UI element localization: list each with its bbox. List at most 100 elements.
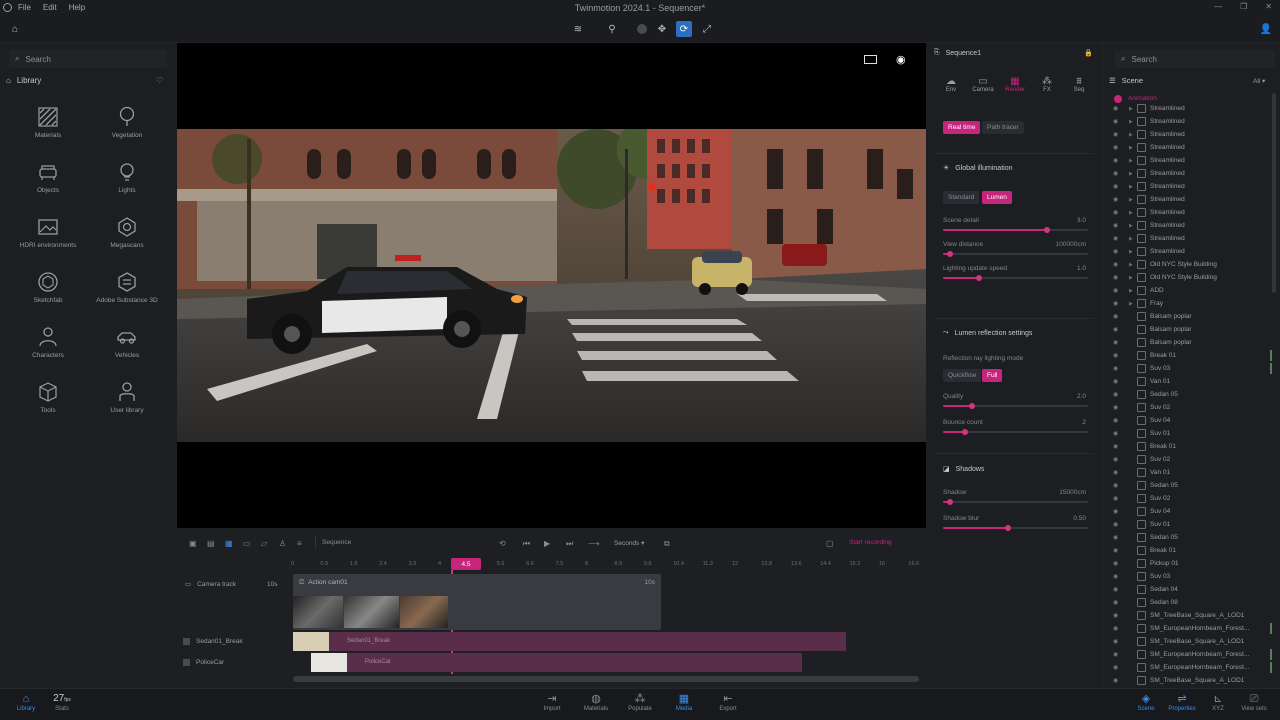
visibility-icon[interactable]: ◉ [1113, 495, 1123, 502]
gi-standard-button[interactable]: Standard [943, 191, 980, 204]
tab-render[interactable]: ▦ Render [1000, 76, 1030, 93]
expand-arrow-icon[interactable]: ▶ [1129, 210, 1137, 216]
visibility-icon[interactable]: ◉ [1113, 157, 1123, 164]
scene-row[interactable]: ◉ SM_EuropeanHornbeam_Forest... [1103, 622, 1279, 635]
slider-value[interactable]: 3.0 [1036, 217, 1086, 224]
scene-row[interactable]: ◉ Sedan 05 [1103, 479, 1279, 492]
stats-tab[interactable]: 27fps Stats [42, 692, 82, 712]
visibility-icon[interactable]: ◉ [1113, 664, 1123, 671]
scene-row[interactable]: ◉ SM_EuropeanHornbeam_Forest... [1103, 661, 1279, 674]
rotate-icon[interactable]: ⟳ [676, 21, 692, 37]
heart-icon[interactable]: ♡ [156, 76, 163, 85]
scene-row[interactable]: ◉ ▶ Streamlined [1103, 167, 1279, 180]
library-item-megascans[interactable]: Megascans [87, 216, 167, 249]
slider-track[interactable] [943, 403, 1088, 409]
expand-arrow-icon[interactable]: ▶ [1129, 119, 1137, 125]
visibility-icon[interactable]: ◉ [1113, 417, 1123, 424]
track-policecar-header[interactable]: PoliceCar [183, 659, 224, 666]
visibility-icon[interactable]: ◉ [1113, 261, 1123, 268]
visibility-icon[interactable]: ◉ [1113, 326, 1123, 333]
slider-value[interactable]: 1.0 [1036, 265, 1086, 272]
track-sedan-header[interactable]: Sedan01_Break [183, 638, 243, 645]
scene-row[interactable]: ◉ Suv 04 [1103, 414, 1279, 427]
visibility-icon[interactable]: ◉ [1113, 599, 1123, 606]
timeline-scrollbar[interactable] [293, 676, 919, 682]
visibility-icon[interactable]: ◉ [1113, 586, 1123, 593]
visibility-icon[interactable]: ◉ [1113, 404, 1123, 411]
reflection-full-button[interactable]: Full [982, 369, 1003, 382]
scene-row[interactable]: ◉ Balsam poplar [1103, 310, 1279, 323]
properties-tab[interactable]: ⇌ Properties [1162, 692, 1202, 712]
sedan-clip[interactable]: Sedan01_Break [293, 632, 846, 651]
track-checkbox[interactable] [183, 638, 190, 645]
visibility-icon[interactable]: ◉ [1113, 638, 1123, 645]
scene-row[interactable]: ◉ Balsam poplar [1103, 336, 1279, 349]
tab-env[interactable]: ☁ Env [936, 76, 966, 93]
visibility-icon[interactable]: ◉ [1113, 573, 1123, 580]
scene-row[interactable]: ◉ Suv 02 [1103, 401, 1279, 414]
media-tab[interactable]: ▦ Media [664, 692, 704, 712]
visibility-icon[interactable]: ◉ [1113, 508, 1123, 515]
scene-row[interactable]: ◉ ▶ ADD [1103, 284, 1279, 297]
slider-track[interactable] [943, 251, 1088, 257]
visibility-icon[interactable]: ◉ [1113, 365, 1123, 372]
expand-arrow-icon[interactable]: ▶ [1129, 236, 1137, 242]
visibility-icon[interactable]: ◉ [1113, 118, 1123, 125]
scene-row[interactable]: ◉ Sedan 05 [1103, 531, 1279, 544]
visibility-icon[interactable]: ◉ [1113, 378, 1123, 385]
scene-row[interactable]: ◉ Break 01 [1103, 544, 1279, 557]
scene-search-input[interactable]: ⌕ Search [1115, 50, 1275, 68]
playhead-label[interactable]: 4.5 [451, 558, 481, 570]
slider-track[interactable] [943, 275, 1088, 281]
visibility-icon[interactable]: ◉ [1113, 469, 1123, 476]
library-item-vegetation[interactable]: Vegetation [87, 106, 167, 139]
library-item-lights[interactable]: Lights [87, 161, 167, 194]
timeline-ruler[interactable]: 0 0.9 1.8 2.4 3.3 4 4.5 5.6 6.6 7.5 8 8.9 9.6 10.4 11.… [177, 528, 926, 573]
scene-row[interactable]: ◉ ▶ Streamlined [1103, 128, 1279, 141]
reflection-section-title[interactable]: ⤳ Lumen reflection settings [943, 329, 1032, 337]
visibility-icon[interactable]: ◉ [1113, 443, 1123, 450]
slider-value[interactable]: 2.0 [1036, 393, 1086, 400]
visibility-icon[interactable]: ◉ [1113, 300, 1123, 307]
slider-track[interactable] [943, 429, 1088, 435]
scene-row[interactable]: ◉ ▶ Streamlined [1103, 245, 1279, 258]
visibility-icon[interactable]: ◉ [1113, 209, 1123, 216]
library-item-tools[interactable]: Tools [8, 381, 88, 414]
scene-row[interactable]: ◉ Suv 02 [1103, 453, 1279, 466]
library-search-input[interactable]: ⌕ Search [9, 50, 167, 68]
slider-knob[interactable] [1005, 525, 1012, 531]
export-tab[interactable]: ⇤ Export [708, 692, 748, 712]
path-tracer-button[interactable]: Path tracer [982, 121, 1024, 134]
visibility-icon[interactable]: ◉ [1113, 274, 1123, 281]
scene-row[interactable]: ◉ ▶ Streamlined [1103, 141, 1279, 154]
scene-row[interactable]: ◉ Suv 02 [1103, 492, 1279, 505]
library-item-vehicles[interactable]: Vehicles [87, 326, 167, 359]
library-item-materials[interactable]: Materials [8, 106, 88, 139]
scene-row[interactable]: ◉ ▶ Streamlined [1103, 193, 1279, 206]
library-item-characters[interactable]: Characters [8, 326, 88, 359]
scene-tab[interactable]: ◈ Scene [1126, 692, 1166, 712]
visibility-icon[interactable]: ◉ [1113, 170, 1123, 177]
visibility-icon[interactable]: ◉ [1113, 391, 1123, 398]
visibility-icon[interactable]: ◉ [1113, 222, 1123, 229]
maximize-icon[interactable]: ❐ [1240, 2, 1247, 11]
slider-knob[interactable] [947, 499, 954, 505]
layers-icon[interactable]: ≋ [570, 21, 586, 37]
move-icon[interactable]: ✥ [654, 21, 670, 37]
slider-value[interactable]: 15000cm [1036, 489, 1086, 496]
tab-seq[interactable]: ⩩ Seq [1064, 76, 1094, 93]
visibility-icon[interactable]: ◉ [1113, 196, 1123, 203]
scene-row[interactable]: ◉ Van 01 [1103, 466, 1279, 479]
track-checkbox[interactable] [183, 659, 190, 666]
account-icon[interactable]: 👤 [1258, 21, 1274, 37]
expand-arrow-icon[interactable]: ▶ [1129, 301, 1137, 307]
library-item-hdri[interactable]: HDRI environments [8, 216, 88, 249]
scene-row[interactable]: ◉ Suv 01 [1103, 518, 1279, 531]
expand-arrow-icon[interactable]: ▶ [1129, 132, 1137, 138]
slider-track[interactable] [943, 499, 1088, 505]
lock-icon[interactable]: 🔒 [1084, 49, 1093, 57]
scene-row[interactable]: ◉ Van 01 [1103, 375, 1279, 388]
sphere-icon[interactable] [634, 21, 650, 37]
visibility-icon[interactable]: ◉ [1113, 105, 1123, 112]
visibility-icon[interactable]: ◉ [1113, 521, 1123, 528]
